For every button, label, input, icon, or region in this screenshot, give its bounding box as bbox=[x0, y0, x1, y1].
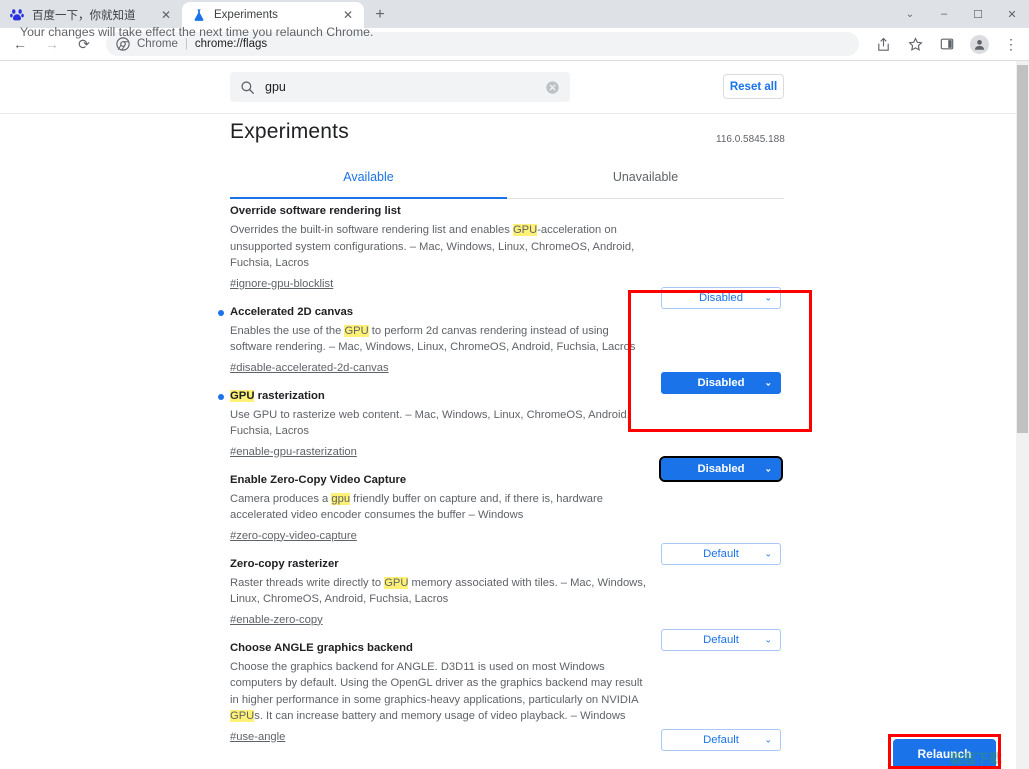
tab-unavailable[interactable]: Unavailable bbox=[507, 167, 784, 198]
search-input[interactable]: gpu bbox=[230, 72, 570, 102]
scrollbar-thumb[interactable] bbox=[1017, 65, 1028, 433]
omnibox-url: chrome://flags bbox=[194, 38, 268, 50]
experiment-title: Accelerated 2D canvas bbox=[218, 305, 653, 320]
flask-icon bbox=[192, 8, 206, 22]
select-value[interactable]: Default ⌄ bbox=[661, 729, 781, 751]
experiment-flag-link[interactable]: #ignore-gpu-blocklist bbox=[230, 276, 333, 293]
experiment-description: Raster threads write directly to GPU mem… bbox=[230, 576, 646, 605]
select-value[interactable]: Default ⌄ bbox=[661, 629, 781, 651]
chrome-icon bbox=[116, 37, 130, 51]
select-value[interactable]: Disabled ⌄ bbox=[661, 287, 781, 309]
experiment-select[interactable]: Default ⌄ bbox=[661, 729, 781, 751]
browser-tab-title: Experiments bbox=[214, 9, 278, 21]
experiment-title: Enable Zero-Copy Video Capture bbox=[230, 473, 407, 486]
watermark: 教程下载 bbox=[950, 751, 1003, 766]
side-panel-icon[interactable] bbox=[933, 30, 961, 58]
tab-available[interactable]: Available bbox=[230, 167, 507, 199]
tab-strip: 百度一下，你就知道 ✕ Experiments ✕ + ⌄ – ☐ ✕ bbox=[0, 0, 1029, 28]
baidu-paw-icon bbox=[10, 8, 24, 22]
search-value: gpu bbox=[265, 80, 286, 94]
chevron-down-icon: ⌄ bbox=[764, 463, 772, 474]
experiment-row: Zero-copy rasterizer Raster threads write… bbox=[230, 557, 786, 641]
window-controls: ⌄ – ☐ ✕ bbox=[893, 0, 1029, 28]
experiment-flag-link[interactable]: #disable-accelerated-2d-canvas bbox=[230, 360, 389, 377]
select-value[interactable]: Disabled ⌄ bbox=[661, 372, 781, 394]
browser-tab-title: 百度一下，你就知道 bbox=[32, 10, 136, 22]
scrollbar[interactable]: ▲ bbox=[1016, 61, 1029, 769]
flags-page: gpu Reset all Experiments 116.0.5845.188… bbox=[0, 61, 1029, 769]
reset-all-button[interactable]: Reset all bbox=[723, 74, 784, 99]
experiment-select[interactable]: Disabled ⌄ bbox=[661, 287, 781, 309]
experiment-text: Choose ANGLE graphics backend Choose the … bbox=[230, 641, 653, 746]
experiment-flag-link[interactable]: #use-angle bbox=[230, 729, 285, 746]
minimize-icon[interactable]: – bbox=[927, 0, 961, 28]
close-icon[interactable]: ✕ bbox=[158, 7, 174, 23]
chevron-down-icon: ⌄ bbox=[764, 734, 772, 745]
modified-dot-icon bbox=[218, 309, 224, 316]
experiment-text: GPU rasterization Use GPU to rasterize we… bbox=[218, 389, 653, 461]
maximize-icon[interactable]: ☐ bbox=[961, 0, 995, 28]
chevron-down-icon: ⌄ bbox=[764, 292, 772, 303]
experiment-flag-link[interactable]: #enable-zero-copy bbox=[230, 612, 323, 629]
experiment-title: Override software rendering list bbox=[230, 205, 401, 217]
site-label: Chrome bbox=[137, 38, 178, 50]
experiment-title: Zero-copy rasterizer bbox=[230, 557, 339, 570]
experiment-description: Enables the use of the GPU to perform 2d… bbox=[230, 324, 636, 353]
clear-icon[interactable] bbox=[545, 80, 560, 95]
experiment-description: Use GPU to rasterize web content. – Mac,… bbox=[230, 408, 630, 438]
experiment-title: Choose ANGLE graphics backend bbox=[230, 641, 413, 654]
close-icon[interactable]: ✕ bbox=[340, 7, 356, 23]
relaunch-message: Your changes will take effect the next t… bbox=[20, 25, 374, 39]
star-icon[interactable] bbox=[901, 30, 929, 58]
version-label: 116.0.5845.188 bbox=[716, 134, 785, 145]
page-title-row: Experiments bbox=[230, 120, 349, 144]
flags-tabs: Available Unavailable bbox=[230, 167, 784, 199]
experiment-flag-link[interactable]: #enable-gpu-rasterization bbox=[230, 444, 357, 461]
select-value[interactable]: Default ⌄ bbox=[661, 543, 781, 565]
chevron-down-icon: ⌄ bbox=[764, 377, 772, 388]
omnibox-separator: | bbox=[184, 38, 188, 50]
modified-dot-icon bbox=[218, 393, 224, 400]
experiment-select[interactable]: Default ⌄ bbox=[661, 543, 781, 565]
close-window-icon[interactable]: ✕ bbox=[995, 0, 1029, 28]
share-icon[interactable] bbox=[869, 30, 897, 58]
experiment-select[interactable]: Disabled ⌄ bbox=[661, 372, 781, 394]
avatar[interactable] bbox=[965, 30, 993, 58]
experiment-select[interactable]: Default ⌄ bbox=[661, 629, 781, 651]
search-icon bbox=[240, 80, 255, 95]
menu-icon[interactable]: ⋮ bbox=[997, 30, 1025, 58]
toolbar-actions: ⋮ bbox=[865, 30, 1025, 58]
chevron-down-icon: ⌄ bbox=[764, 548, 772, 559]
experiment-description: Overrides the built-in software renderin… bbox=[230, 224, 635, 269]
chevron-down-icon: ⌄ bbox=[764, 634, 772, 645]
experiment-text: Zero-copy rasterizer Raster threads write… bbox=[230, 557, 653, 629]
experiment-flag-link[interactable]: #zero-copy-video-capture bbox=[230, 528, 357, 545]
experiment-text: Override software rendering list Override… bbox=[230, 204, 653, 293]
experiment-description: Choose the graphics backend for ANGLE. D… bbox=[230, 660, 643, 722]
select-value[interactable]: Disabled ⌄ bbox=[659, 456, 783, 482]
experiment-text: Enable Zero-Copy Video Capture Camera pro… bbox=[230, 473, 653, 545]
experiment-select[interactable]: Disabled ⌄ bbox=[659, 456, 783, 482]
experiment-title: GPU rasterization bbox=[218, 389, 653, 404]
experiment-text: Accelerated 2D canvas Enables the use of … bbox=[218, 305, 653, 377]
experiment-description: Camera produces a gpu friendly buffer on… bbox=[230, 492, 603, 521]
tab-search-chevron-icon[interactable]: ⌄ bbox=[893, 0, 927, 28]
page-title: Experiments bbox=[230, 120, 349, 143]
